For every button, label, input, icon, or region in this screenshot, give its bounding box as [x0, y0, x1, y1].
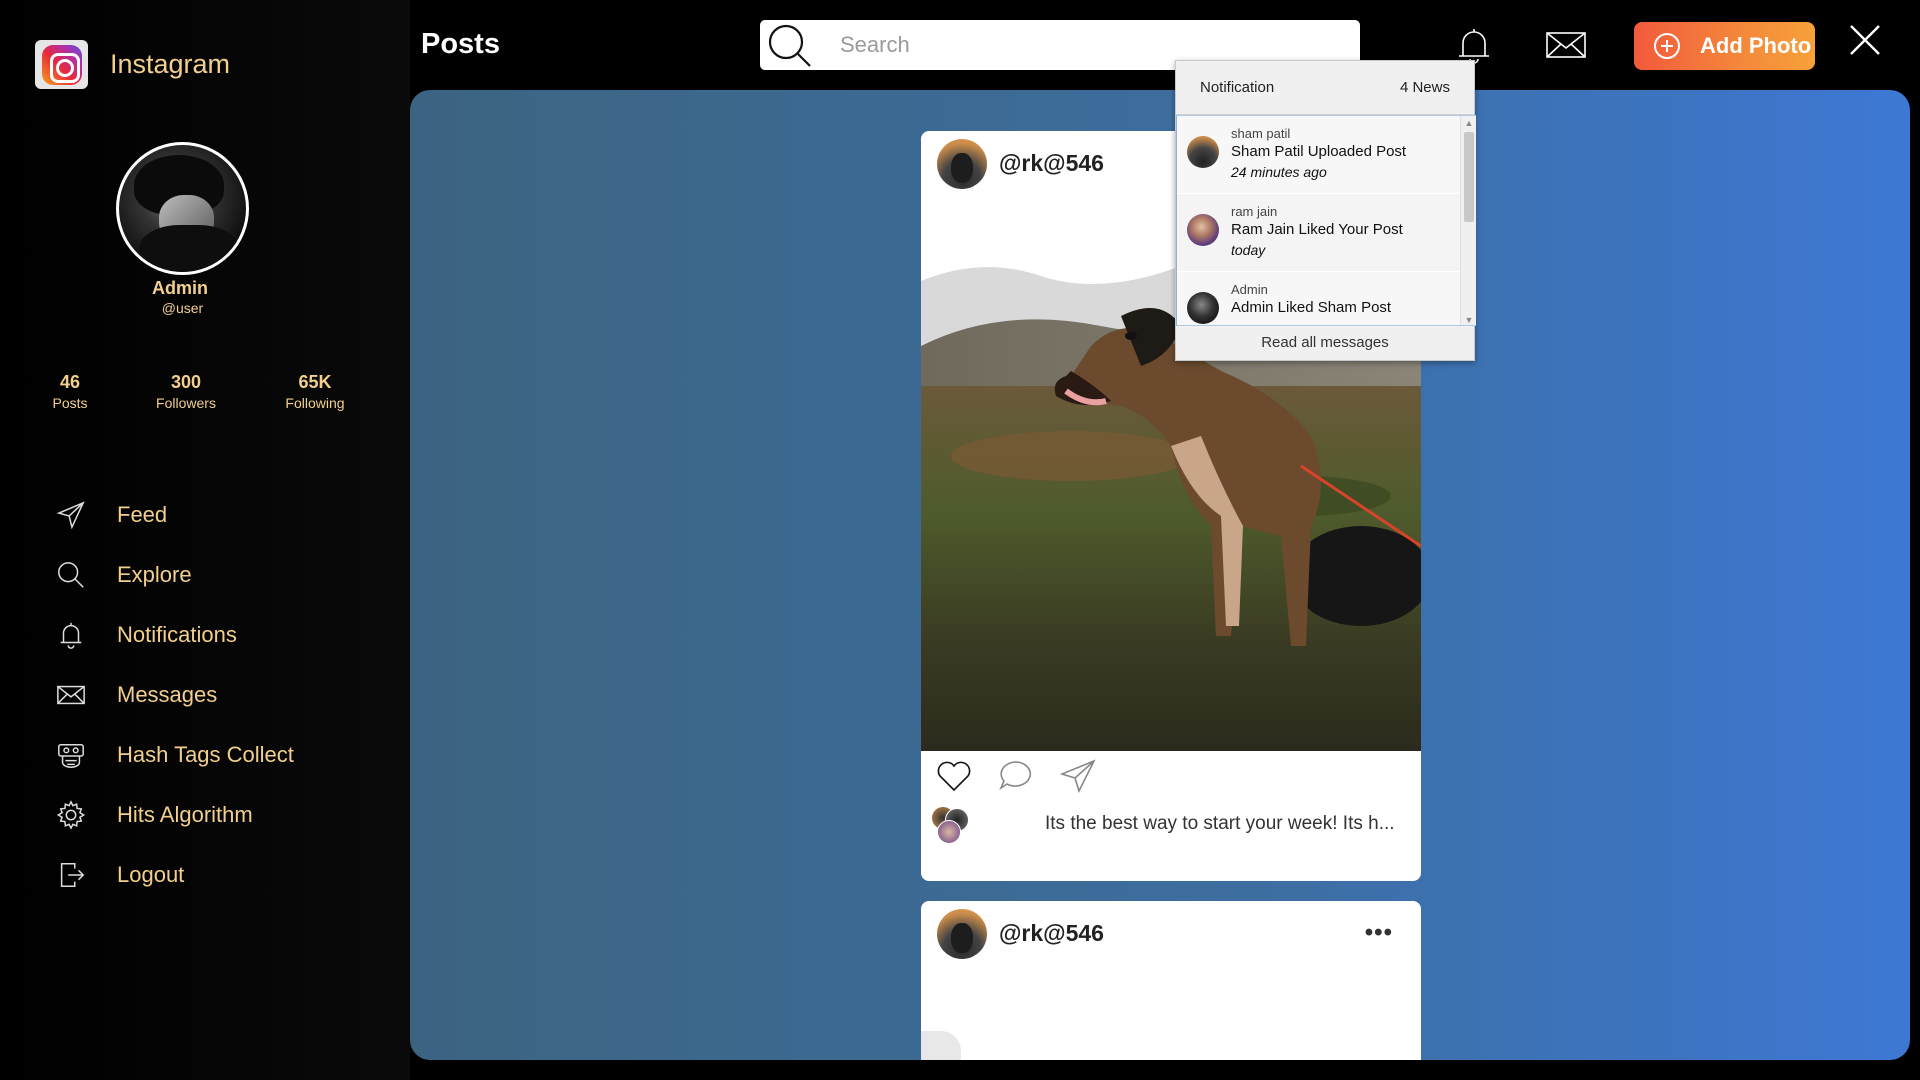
- notification-popup: Notification 4 News sham patil Sham Pati…: [1175, 60, 1476, 361]
- sidebar-item-hash-tags-collect[interactable]: Hash Tags Collect: [55, 725, 294, 785]
- sidebar-nav: Feed Explore Notifications Messages Hash…: [55, 485, 294, 905]
- post-actions: [921, 751, 1421, 801]
- likers-avatars[interactable]: [931, 804, 975, 844]
- avatar[interactable]: [937, 908, 987, 959]
- instagram-logo-icon: [35, 40, 88, 89]
- share-button[interactable]: [1057, 755, 1099, 797]
- close-icon: [1850, 25, 1880, 55]
- hashtag-collect-icon: [55, 739, 87, 771]
- notification-message: Ram Jain Liked Your Post: [1231, 221, 1403, 238]
- post-username[interactable]: @rk@546: [999, 150, 1104, 177]
- post-header: @rk@546 •••: [921, 901, 1421, 966]
- sidebar-item-label: Feed: [117, 502, 168, 527]
- page-title: Posts: [421, 28, 500, 60]
- sidebar-item-label: Hash Tags Collect: [117, 742, 294, 767]
- notification-list: sham patil Sham Patil Uploaded Post 24 m…: [1176, 115, 1476, 326]
- profile-handle: @user: [161, 300, 204, 316]
- post-caption: Its the best way to start your week! Its…: [1045, 812, 1395, 834]
- notification-time: 24 minutes ago: [1231, 164, 1327, 180]
- avatar[interactable]: [937, 138, 987, 189]
- brand[interactable]: Instagram: [35, 40, 230, 89]
- sidebar-item-label: Logout: [117, 862, 185, 887]
- sidebar: Instagram Admin @user 46 Posts 300 Follo…: [0, 0, 410, 1080]
- more-options-button[interactable]: •••: [1365, 919, 1393, 947]
- profile-name: Admin: [152, 278, 208, 298]
- sidebar-item-label: Messages: [117, 682, 218, 707]
- notification-message: Sham Patil Uploaded Post: [1231, 143, 1407, 160]
- scrollbar-thumb[interactable]: [1464, 132, 1474, 222]
- notification-sender: Admin: [1231, 282, 1268, 297]
- gear-icon: [55, 799, 87, 831]
- messages-button[interactable]: [1543, 22, 1589, 68]
- profile-avatar[interactable]: [116, 142, 249, 275]
- avatar: [937, 819, 961, 844]
- like-button[interactable]: [933, 755, 975, 797]
- post-image[interactable]: [921, 1031, 961, 1060]
- sidebar-item-feed[interactable]: Feed: [55, 485, 294, 545]
- stat-label: Following: [285, 395, 345, 411]
- list-item[interactable]: Admin Admin Liked Sham Post: [1177, 272, 1476, 325]
- read-all-messages-button[interactable]: Read all messages: [1176, 324, 1474, 360]
- notification-title: Notification: [1200, 79, 1275, 96]
- send-icon: [55, 499, 87, 531]
- stat-value: 46: [59, 372, 81, 392]
- avatar: [1187, 136, 1219, 168]
- search-icon: [55, 559, 87, 591]
- notification-sender: sham patil: [1231, 126, 1291, 141]
- send-icon: [1059, 759, 1096, 794]
- sidebar-item-messages[interactable]: Messages: [55, 665, 294, 725]
- stat-following[interactable]: 65K Following: [280, 372, 350, 411]
- sidebar-item-label: Explore: [117, 562, 192, 587]
- heart-icon: [937, 761, 971, 792]
- bell-icon: [55, 619, 87, 651]
- sidebar-item-label: Hits Algorithm: [117, 802, 253, 827]
- list-item[interactable]: ram jain Ram Jain Liked Your Post today: [1177, 194, 1476, 272]
- stat-label: Followers: [156, 395, 216, 411]
- notification-sender: ram jain: [1231, 204, 1278, 219]
- notification-scrollbar[interactable]: ▲ ▼: [1460, 116, 1476, 325]
- chevron-up-icon[interactable]: ▲: [1461, 116, 1476, 130]
- stat-value: 300: [170, 372, 202, 392]
- notification-message: Admin Liked Sham Post: [1231, 299, 1392, 316]
- sidebar-item-hits-algorithm[interactable]: Hits Algorithm: [55, 785, 294, 845]
- add-photo-button[interactable]: Add Photo: [1634, 22, 1815, 70]
- comment-button[interactable]: [995, 755, 1037, 797]
- add-photo-label: Add Photo: [1700, 33, 1812, 58]
- posts-panel: @rk@546 Its the best way to start your w…: [410, 90, 1910, 1060]
- notification-header: Notification 4 News: [1176, 61, 1474, 115]
- stat-label: Posts: [52, 395, 88, 411]
- list-item[interactable]: sham patil Sham Patil Uploaded Post 24 m…: [1177, 116, 1476, 194]
- close-button[interactable]: [1845, 20, 1885, 60]
- post-card: @rk@546 •••: [921, 901, 1421, 1060]
- search-input[interactable]: [840, 32, 1320, 58]
- envelope-icon: [1546, 32, 1586, 58]
- avatar: [1187, 292, 1219, 324]
- stat-value: 65K: [298, 372, 332, 392]
- sidebar-item-notifications[interactable]: Notifications: [55, 605, 294, 665]
- stat-followers[interactable]: 300 Followers: [150, 372, 222, 411]
- plus-circle-icon: [1654, 33, 1680, 59]
- comment-icon: [999, 761, 1032, 791]
- sidebar-item-logout[interactable]: Logout: [55, 845, 294, 905]
- sidebar-item-label: Notifications: [117, 622, 237, 647]
- notification-time: today: [1231, 242, 1266, 258]
- app-title: Instagram: [110, 49, 231, 79]
- post-username[interactable]: @rk@546: [999, 920, 1104, 947]
- envelope-icon: [55, 679, 87, 711]
- search-icon[interactable]: [760, 20, 818, 70]
- logout-icon: [55, 859, 87, 891]
- sidebar-item-explore[interactable]: Explore: [55, 545, 294, 605]
- stat-posts[interactable]: 46 Posts: [48, 372, 92, 411]
- avatar: [1187, 214, 1219, 246]
- notification-count: 4 News: [1399, 79, 1450, 96]
- post-meta: Its the best way to start your week! Its…: [921, 801, 1421, 846]
